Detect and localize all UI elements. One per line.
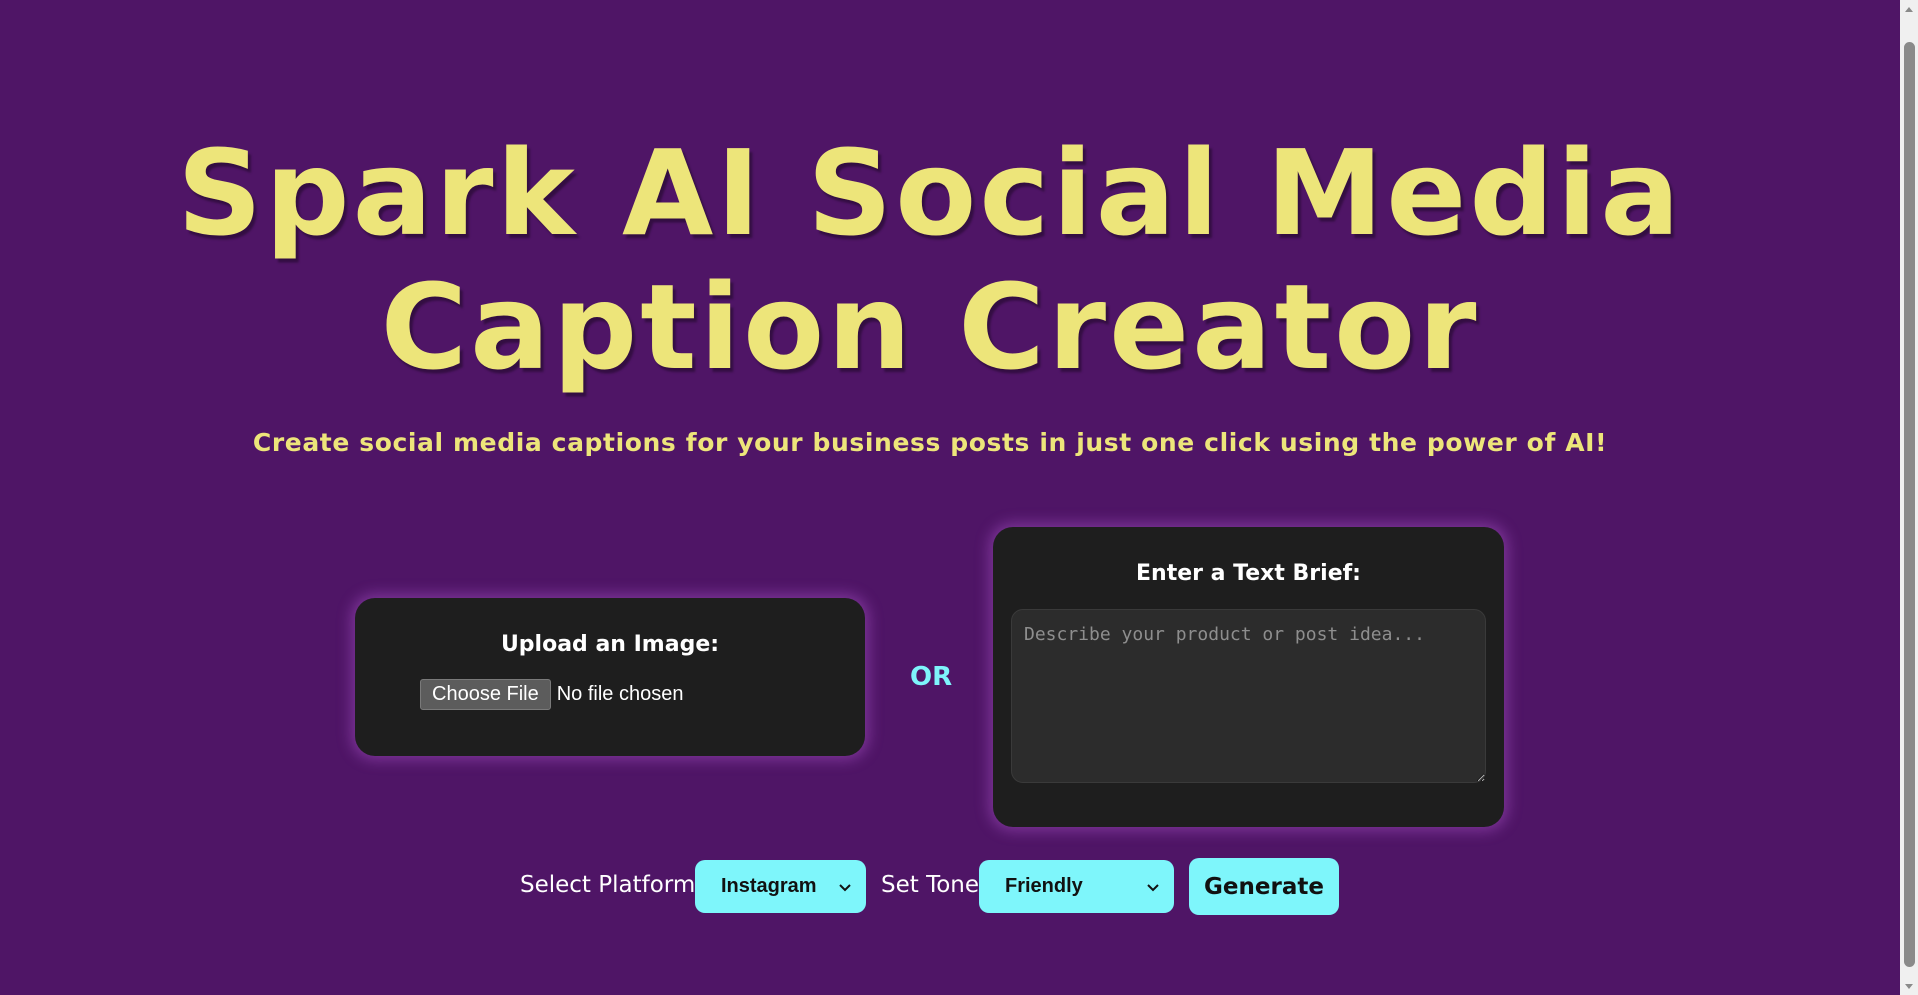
- text-brief-card: Enter a Text Brief:: [993, 527, 1504, 827]
- generate-button[interactable]: Generate: [1189, 858, 1339, 915]
- file-input[interactable]: Choose File No file chosen: [420, 679, 683, 710]
- main-content: Spark AI Social Media Caption Creator Cr…: [0, 0, 1900, 995]
- arrow-down-icon[interactable]: [1900, 978, 1918, 995]
- platform-label: Select Platform:: [520, 872, 704, 898]
- page-subtitle: Create social media captions for your bu…: [252, 428, 1608, 457]
- or-separator: OR: [910, 662, 953, 692]
- page-title: Spark AI Social Media Caption Creator: [177, 124, 1683, 396]
- chevron-down-icon: [839, 883, 851, 891]
- upload-image-heading: Upload an Image:: [500, 632, 720, 657]
- arrow-up-icon[interactable]: [1900, 0, 1918, 17]
- upload-image-card: Upload an Image: Choose File No file cho…: [355, 598, 865, 756]
- tone-select-value: Friendly: [1005, 875, 1083, 897]
- chevron-down-icon: [1147, 883, 1159, 891]
- vertical-scrollbar[interactable]: [1900, 0, 1918, 995]
- file-status-text: No file chosen: [556, 683, 684, 705]
- text-brief-textarea[interactable]: [1011, 609, 1486, 783]
- choose-file-button[interactable]: Choose File: [420, 679, 551, 710]
- scrollbar-thumb[interactable]: [1904, 42, 1915, 967]
- platform-select-value: Instagram: [721, 875, 817, 897]
- tone-select[interactable]: Friendly: [979, 860, 1174, 913]
- platform-select[interactable]: Instagram: [695, 860, 866, 913]
- text-brief-heading: Enter a Text Brief:: [1136, 561, 1361, 586]
- generation-controls: Select Platform: Instagram Set Tone: Fri…: [0, 858, 1860, 915]
- tone-label: Set Tone:: [881, 872, 987, 898]
- page: Spark AI Social Media Caption Creator Cr…: [0, 0, 1918, 995]
